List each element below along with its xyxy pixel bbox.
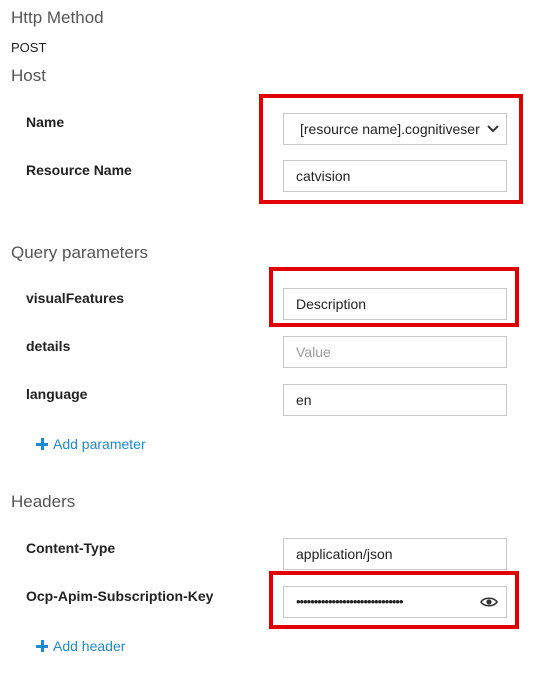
- plus-icon: [36, 640, 48, 652]
- plus-icon: [36, 438, 48, 450]
- headers-title: Headers: [11, 492, 76, 511]
- http-method-value: POST: [11, 40, 47, 55]
- add-parameter-label: Add parameter: [53, 436, 146, 452]
- param-details-input[interactable]: Value: [283, 336, 507, 368]
- add-header-label: Add header: [53, 638, 126, 654]
- param-details-label: details: [26, 338, 71, 354]
- name-label: Name: [26, 114, 65, 130]
- header-subscription-key-label: Ocp-Apim-Subscription-Key: [26, 588, 214, 604]
- host-highlight-box: [259, 94, 523, 204]
- param-language-input[interactable]: en: [283, 384, 507, 416]
- header-content-type-input[interactable]: application/json: [283, 538, 507, 570]
- http-method-title: Http Method: [11, 8, 104, 27]
- add-header-button[interactable]: Add header: [36, 638, 146, 656]
- host-title: Host: [11, 66, 46, 85]
- header-content-type-label: Content-Type: [26, 540, 116, 556]
- query-highlight-box: [269, 267, 519, 327]
- add-parameter-button[interactable]: Add parameter: [36, 436, 166, 454]
- query-parameters-title: Query parameters: [11, 243, 148, 262]
- subscription-key-highlight-box: [269, 571, 519, 629]
- param-language-label: language: [26, 386, 88, 402]
- param-visualfeatures-label: visualFeatures: [26, 290, 125, 306]
- resource-name-label: Resource Name: [26, 162, 132, 178]
